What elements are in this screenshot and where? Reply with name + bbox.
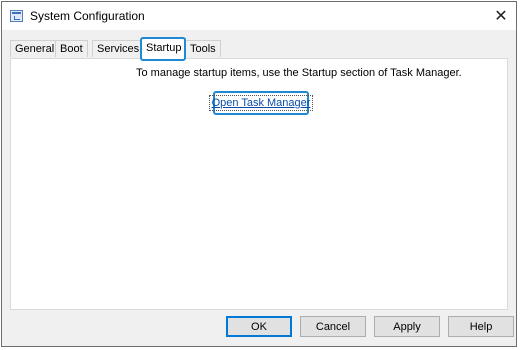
startup-tab-panel: To manage startup items, use the Startup… — [10, 58, 508, 310]
apply-button[interactable]: Apply — [374, 316, 440, 337]
dialog-button-row: OK Cancel Apply Help — [12, 316, 514, 338]
tab-startup[interactable]: Startup — [141, 38, 187, 59]
tab-bar: General Boot Services Startup Tools — [10, 38, 508, 59]
close-button[interactable]: ✕ — [486, 2, 516, 30]
help-button[interactable]: Help — [448, 316, 514, 337]
tab-services[interactable]: Services — [92, 40, 145, 57]
open-task-manager-link[interactable]: Open Task Manager — [212, 97, 311, 109]
tab-boot[interactable]: Boot — [55, 40, 88, 57]
tab-tools[interactable]: Tools — [185, 40, 221, 57]
close-icon: ✕ — [494, 8, 508, 25]
cancel-button[interactable]: Cancel — [300, 316, 366, 337]
startup-instruction-text: To manage startup items, use the Startup… — [136, 67, 462, 79]
window-title: System Configuration — [30, 9, 145, 23]
system-configuration-window: System Configuration ✕ General Boot Serv… — [1, 1, 517, 347]
open-task-manager-highlight: Open Task Manager — [208, 91, 314, 115]
focus-rectangle: Open Task Manager — [208, 95, 314, 111]
settings-window-icon — [10, 10, 23, 22]
title-bar: System Configuration ✕ — [2, 2, 516, 30]
ok-button[interactable]: OK — [226, 316, 292, 337]
tab-general[interactable]: General — [10, 40, 60, 57]
